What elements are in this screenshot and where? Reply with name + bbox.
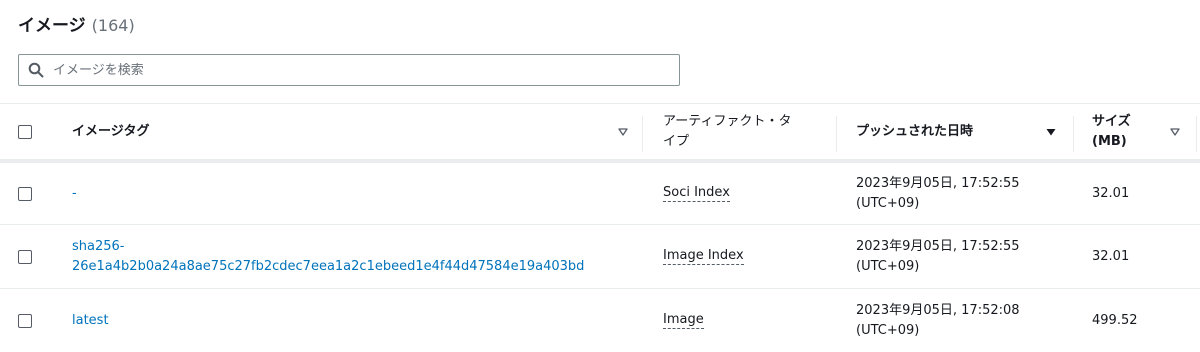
column-divider[interactable] [642,116,643,152]
sort-descending-icon[interactable] [1046,128,1056,136]
pushed-at: 2023年9月05日, 17:52:08 (UTC+09) [856,302,1020,338]
row-checkbox[interactable] [18,186,32,201]
artifact-type[interactable]: Soci Index [663,185,730,202]
column-header-artifact-type[interactable]: アーティファクト・タ イプ [663,104,823,159]
image-tag-link[interactable]: sha256- 26e1a4b2b0a24a8ae75c27fb2cdec7ee… [72,237,584,277]
sort-icon[interactable] [618,127,628,136]
search-input[interactable] [53,62,653,78]
table-row: latest Image 2023年9月05日, 17:52:08 (UTC+0… [0,289,1200,352]
search-box[interactable] [18,54,680,86]
image-tag-link[interactable]: - [72,184,77,204]
pushed-at: 2023年9月05日, 17:52:55 (UTC+09) [856,238,1020,274]
image-size: 32.01 [1092,186,1130,201]
image-tag-link[interactable]: latest [72,311,109,331]
image-count: (164) [91,16,135,35]
search-icon [28,62,44,78]
page-header: イメージ (164) [18,11,135,36]
select-all-checkbox[interactable] [18,124,32,139]
column-divider[interactable] [1196,116,1197,152]
column-header-size[interactable]: サイズ (MB) [1092,104,1172,159]
row-checkbox[interactable] [18,249,32,264]
table-header: イメージタグ アーティファクト・タ イプ プッシュされた日時 サイズ (MB) [0,103,1200,163]
row-checkbox[interactable] [18,313,32,328]
table-row: - Soci Index 2023年9月05日, 17:52:55 (UTC+0… [0,163,1200,225]
artifact-type[interactable]: Image [663,312,704,329]
image-size: 499.52 [1092,313,1138,328]
sort-icon[interactable] [1170,127,1180,136]
images-table: イメージタグ アーティファクト・タ イプ プッシュされた日時 サイズ (MB) [0,103,1200,352]
image-size: 32.01 [1092,249,1130,264]
pushed-at: 2023年9月05日, 17:52:55 (UTC+09) [856,175,1020,211]
column-divider[interactable] [1073,116,1074,152]
column-header-tag[interactable]: イメージタグ [72,104,632,159]
column-header-pushed-at[interactable]: プッシュされた日時 [856,104,1056,159]
page-title: イメージ [18,16,86,36]
table-row: sha256- 26e1a4b2b0a24a8ae75c27fb2cdec7ee… [0,225,1200,289]
column-divider[interactable] [836,116,837,152]
artifact-type[interactable]: Image Index [663,248,744,265]
